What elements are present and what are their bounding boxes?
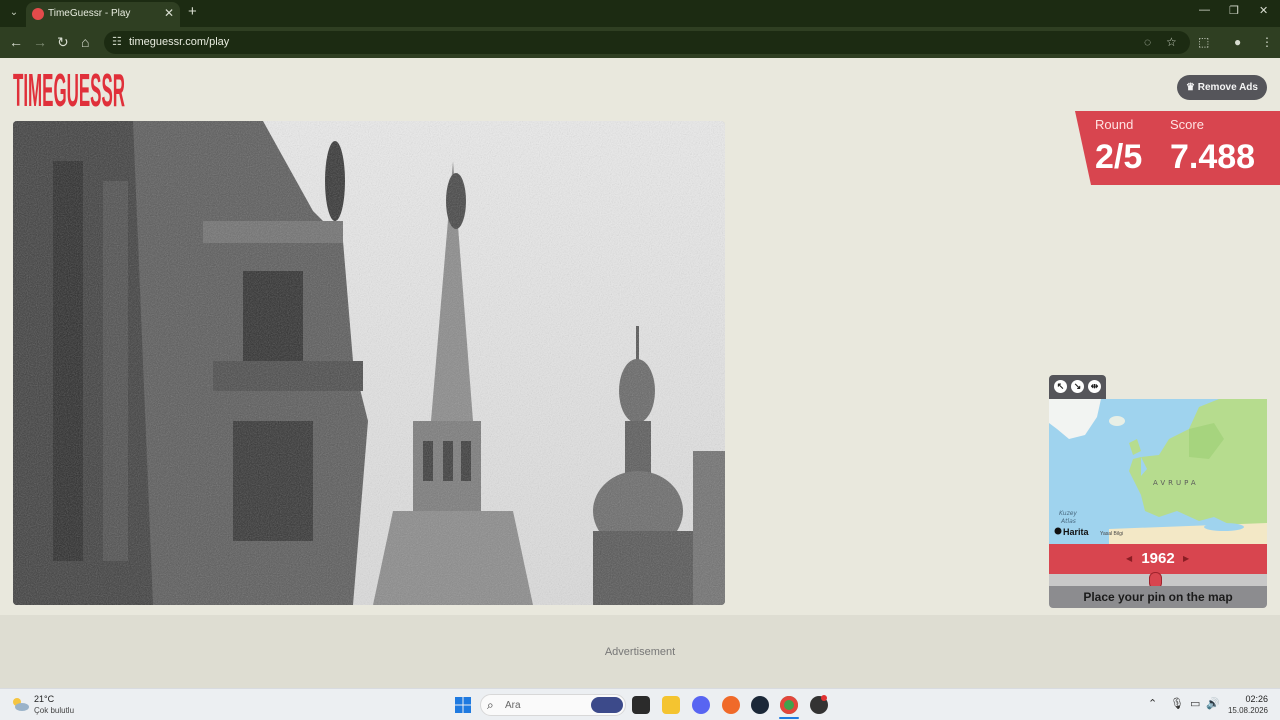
logo-text: TIMEGUESSR (13, 66, 125, 110)
site-info-icon[interactable]: ☷ (112, 35, 122, 48)
task-view-icon[interactable] (632, 696, 650, 714)
menu-icon[interactable]: ⋮ (1261, 33, 1273, 51)
map-sea-label-1: Kuzey (1059, 510, 1077, 517)
eye-off-icon[interactable]: ◌ (1144, 35, 1151, 49)
weather-description[interactable]: Çok bulutlu (34, 706, 74, 715)
map-attribution-logo: Harita (1063, 527, 1090, 537)
remove-ads-label: Remove Ads (1197, 82, 1258, 93)
restore-icon[interactable]: ❐ (1229, 4, 1239, 17)
home-icon[interactable]: ⌂ (81, 33, 89, 51)
weather-temp[interactable]: 21°C (34, 694, 54, 704)
score-panel: Round Score 2/5 7.488 (1075, 111, 1280, 185)
profile-icon[interactable]: ● (1234, 33, 1241, 51)
map-sea-label-2: Atlas (1060, 518, 1076, 525)
tab-timeguessr[interactable]: TimeGuessr - Play ✕ (26, 2, 180, 27)
bookmark-star-icon[interactable]: ☆ (1166, 35, 1177, 49)
file-explorer-icon[interactable] (662, 696, 680, 714)
browser-toolbar: ← → ↻ ⌂ ☷ timeguessr.com/play ◌ ☆ ⬚ ● ⋮ (0, 27, 1280, 58)
windows-start-icon[interactable] (455, 697, 471, 713)
minimize-icon[interactable]: — (1199, 4, 1210, 16)
url-text[interactable]: timeguessr.com/play (129, 36, 229, 48)
chrome-icon[interactable] (780, 696, 798, 714)
browser-tabbar: ⌄ TimeGuessr - Play ✕ + — ❐ ✕ (0, 0, 1280, 27)
search-placeholder: Ara (505, 700, 521, 711)
app-orange-icon[interactable] (722, 696, 740, 714)
map-region-label: AVRUPA (1153, 479, 1199, 487)
score-value: 7.488 (1170, 138, 1256, 176)
clock-time[interactable]: 02:26 (1232, 694, 1268, 704)
pin-map-icon[interactable]: ⇹ (1088, 380, 1101, 393)
address-bar[interactable]: ☷ timeguessr.com/play ◌ ☆ (104, 31, 1190, 54)
year-slider[interactable] (1049, 572, 1267, 589)
taskbar: 21°C Çok bulutlu ⌕ Ara ⌃ 🎙 ▭ 🔊 02:26 15.… (0, 688, 1280, 720)
new-tab-button[interactable]: + (188, 4, 197, 20)
map-legal-link: Yasal Bilgi (1100, 531, 1123, 537)
back-icon[interactable]: ← (9, 33, 23, 51)
favicon-icon (32, 8, 44, 20)
round-value: 2/5 (1095, 138, 1143, 176)
tray-overflow-icon[interactable]: ⌃ (1148, 697, 1157, 710)
timeguessr-logo[interactable]: TIMEGUESSR (13, 66, 125, 110)
round-label: Round (1095, 117, 1134, 132)
crown-icon: ♛ (1186, 82, 1198, 93)
guess-map[interactable]: AVRUPA Kuzey Atlas Harita Yasal Bilgi (1049, 399, 1267, 544)
year-value: 1962 (1141, 550, 1175, 567)
discord-icon[interactable] (692, 696, 710, 714)
network-icon[interactable]: ▭ (1190, 697, 1200, 710)
score-label: Score (1170, 117, 1204, 132)
close-window-icon[interactable]: ✕ (1259, 4, 1268, 17)
year-increase-icon[interactable]: ▶ (1183, 554, 1189, 563)
steam-icon[interactable] (751, 696, 769, 714)
apple-logo-icon (1054, 527, 1062, 535)
cloudy-weather-icon[interactable] (10, 696, 30, 712)
microphone-icon[interactable]: 🎙 (1170, 697, 1184, 710)
advertisement-area: Advertisement (0, 615, 1280, 688)
map-controls: ↖ ↘ ⇹ (1049, 375, 1106, 399)
historic-photo (13, 121, 725, 605)
tab-title: TimeGuessr - Play (48, 8, 131, 19)
extensions-icon[interactable]: ⬚ (1198, 33, 1209, 51)
forward-icon[interactable]: → (33, 33, 47, 51)
search-icon: ⌕ (487, 698, 494, 712)
active-app-indicator (779, 717, 799, 719)
search-highlight-icon (591, 697, 623, 713)
clock-date[interactable]: 15.08.2026 (1222, 706, 1268, 715)
year-display: ◀ 1962 ▶ (1049, 544, 1267, 574)
tab-search-icon[interactable]: ⌄ (6, 5, 22, 21)
taskbar-search[interactable]: ⌕ Ara (480, 694, 626, 716)
expand-map-icon[interactable]: ↖ (1054, 380, 1067, 393)
place-pin-button[interactable]: Place your pin on the map (1049, 586, 1267, 608)
remove-ads-button[interactable]: ♛ Remove Ads (1177, 75, 1267, 100)
advertisement-label: Advertisement (604, 646, 676, 658)
shrink-map-icon[interactable]: ↘ (1071, 380, 1084, 393)
tab-close-icon[interactable]: ✕ (164, 6, 174, 20)
volume-icon[interactable]: 🔊 (1206, 697, 1220, 710)
reload-icon[interactable]: ↻ (57, 33, 69, 51)
notification-badge (821, 695, 827, 701)
